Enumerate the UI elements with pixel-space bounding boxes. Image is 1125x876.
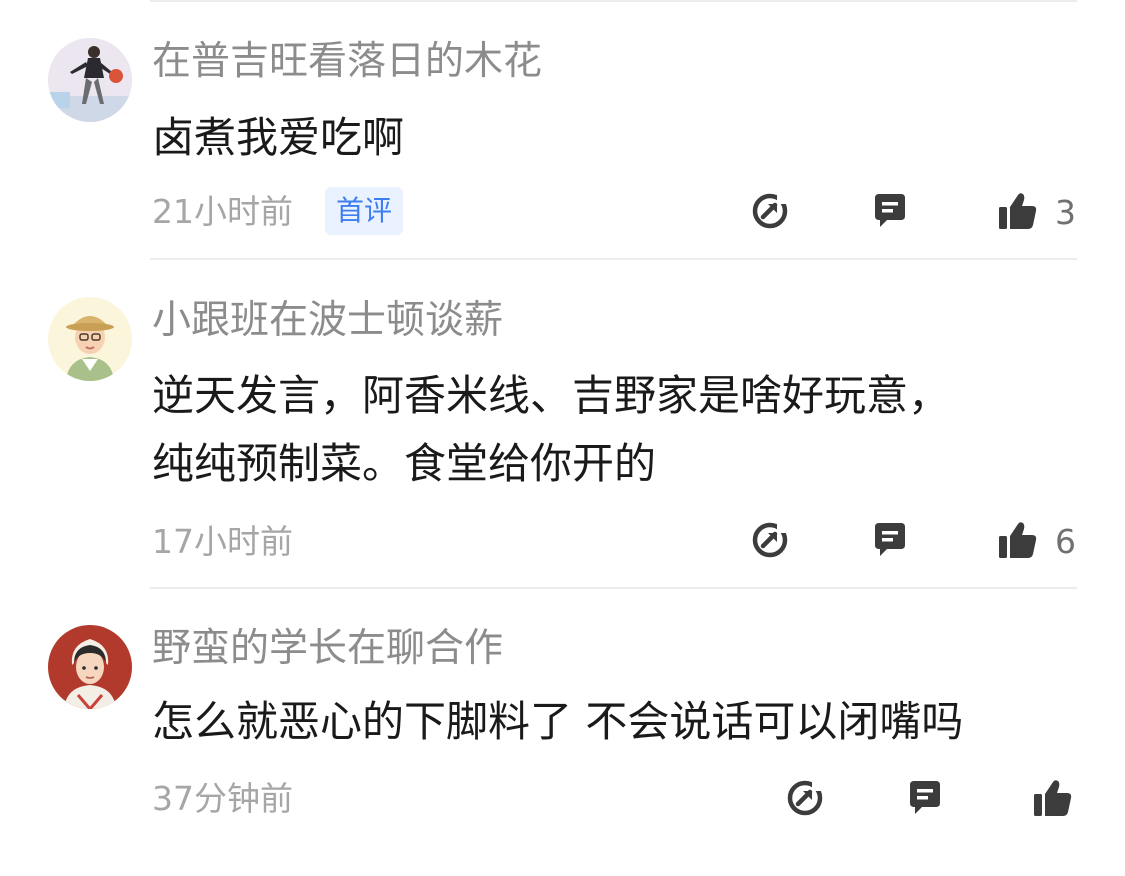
- comment-divider: [150, 587, 1077, 589]
- reply-button[interactable]: [870, 520, 910, 560]
- comment-timestamp: 21小时前: [152, 192, 293, 231]
- user-avatar[interactable]: [48, 625, 132, 709]
- comment-text: 逆天发言，阿香米线、吉野家是啥好玩意， 纯纯预制菜。食堂给你开的: [152, 362, 950, 498]
- comment-text-line: 纯纯预制菜。食堂给你开的: [152, 439, 657, 488]
- reply-icon: [910, 781, 940, 814]
- user-avatar[interactable]: [48, 297, 132, 381]
- like-count: 6: [1055, 522, 1076, 561]
- share-button[interactable]: [785, 778, 825, 818]
- like-button[interactable]: [998, 191, 1038, 231]
- comment-divider: [150, 258, 1077, 260]
- user-avatar[interactable]: [48, 38, 132, 122]
- share-icon: [752, 521, 789, 558]
- share-icon: [752, 192, 789, 229]
- thumbs-up-icon: [1034, 780, 1072, 816]
- share-button[interactable]: [750, 520, 790, 560]
- thumbs-up-icon: [999, 193, 1037, 229]
- share-button[interactable]: [750, 191, 790, 231]
- reply-icon: [875, 194, 905, 227]
- like-button[interactable]: [998, 520, 1038, 560]
- top-divider: [150, 0, 1077, 2]
- like-button[interactable]: [1033, 778, 1073, 818]
- thumbs-up-icon: [999, 522, 1037, 558]
- comment-text-line: 卤煮我爱吃啊: [152, 113, 405, 162]
- reply-button[interactable]: [870, 191, 910, 231]
- comment-timestamp: 17小时前: [152, 522, 293, 561]
- reply-icon: [875, 523, 905, 556]
- comment-text: 怎么就恶心的下脚料了 不会说话可以闭嘴吗: [152, 688, 963, 756]
- comment-username[interactable]: 小跟班在波士顿谈薪: [152, 301, 503, 340]
- comment-timestamp: 37分钟前: [152, 779, 293, 818]
- comment-text-line: 逆天发言，阿香米线、吉野家是啥好玩意，: [152, 371, 951, 420]
- comment-text: 卤煮我爱吃啊: [152, 104, 404, 172]
- first-comment-badge: 首评: [325, 187, 403, 235]
- comment-username[interactable]: 在普吉旺看落日的木花: [152, 42, 542, 81]
- reply-button[interactable]: [905, 778, 945, 818]
- share-icon: [787, 779, 824, 816]
- comment-username[interactable]: 野蛮的学长在聊合作: [152, 629, 503, 668]
- like-count: 3: [1055, 193, 1076, 232]
- comment-text-line: 怎么就恶心的下脚料了 不会说话可以闭嘴吗: [152, 697, 964, 746]
